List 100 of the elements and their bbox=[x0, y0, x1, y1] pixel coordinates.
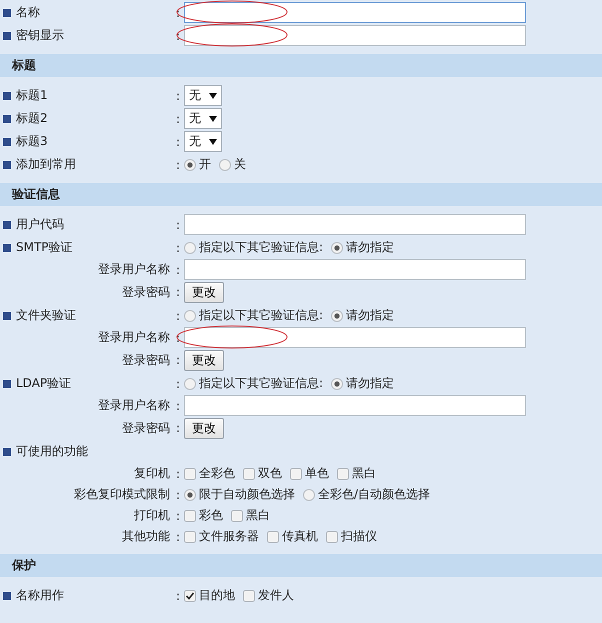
colon: : bbox=[174, 530, 182, 544]
option-label: 黑白 bbox=[352, 465, 376, 482]
field-label: 标题2 bbox=[16, 110, 48, 127]
radio-button[interactable] bbox=[331, 310, 344, 322]
colon: : bbox=[174, 508, 182, 522]
change-button[interactable]: 更改 bbox=[184, 282, 224, 302]
checkbox[interactable] bbox=[290, 468, 302, 480]
field-label: 密钥显示 bbox=[16, 27, 64, 44]
field-label: 添加到常用 bbox=[16, 156, 76, 173]
colon: : bbox=[174, 6, 182, 20]
dropdown[interactable]: 无 bbox=[184, 108, 222, 129]
field-label: 名称用作 bbox=[16, 587, 64, 604]
radio-button[interactable] bbox=[331, 378, 344, 390]
option-label: 传真机 bbox=[282, 528, 318, 545]
bullet-icon bbox=[3, 160, 11, 168]
colon: : bbox=[174, 376, 182, 390]
colon: : bbox=[174, 88, 182, 102]
text-field[interactable] bbox=[184, 25, 526, 46]
option-label: 指定以下其它验证信息: bbox=[199, 307, 324, 324]
field-label: 复印机 bbox=[134, 465, 171, 482]
dropdown[interactable]: 无 bbox=[184, 85, 222, 106]
field-label: 登录密码 bbox=[122, 284, 171, 300]
colon: : bbox=[174, 488, 182, 502]
radio-button[interactable] bbox=[184, 378, 196, 390]
colon: : bbox=[174, 28, 182, 42]
option-label: 指定以下其它验证信息: bbox=[199, 239, 324, 256]
text-field[interactable] bbox=[184, 2, 526, 23]
option-label: 请勿指定 bbox=[346, 239, 394, 256]
checkbox[interactable] bbox=[184, 468, 196, 480]
field-label: 可使用的功能 bbox=[16, 443, 88, 460]
bullet-icon bbox=[3, 312, 11, 320]
caret-icon bbox=[209, 92, 217, 98]
option-label: 彩色 bbox=[199, 507, 223, 524]
checkbox[interactable] bbox=[326, 530, 338, 542]
option-label: 指定以下其它验证信息: bbox=[199, 375, 324, 392]
bullet-icon bbox=[3, 592, 11, 600]
colon: : bbox=[174, 240, 182, 254]
radio-button[interactable] bbox=[184, 310, 196, 322]
field-label: 登录密码 bbox=[122, 352, 171, 368]
text-field[interactable] bbox=[184, 214, 526, 235]
bullet-icon bbox=[3, 32, 11, 40]
colon: : bbox=[174, 218, 182, 232]
option-label: 双色 bbox=[258, 465, 282, 482]
option-label: 全彩色 bbox=[199, 465, 235, 482]
option-label: 全彩色/自动颜色选择 bbox=[318, 486, 430, 503]
colon: : bbox=[174, 158, 182, 172]
text-field[interactable] bbox=[184, 327, 526, 348]
option-label: 扫描仪 bbox=[341, 528, 377, 545]
field-label: 标题1 bbox=[16, 87, 48, 104]
option-label: 限于自动颜色选择 bbox=[199, 486, 295, 503]
colon: : bbox=[174, 308, 182, 322]
section-header: 验证信息 bbox=[0, 183, 602, 206]
colon: : bbox=[174, 398, 182, 412]
colon: : bbox=[174, 588, 182, 602]
checkbox[interactable] bbox=[243, 468, 255, 480]
checkbox[interactable] bbox=[184, 590, 196, 602]
radio-button[interactable] bbox=[331, 242, 344, 254]
field-label: 其他功能 bbox=[122, 528, 171, 545]
caret-icon bbox=[209, 138, 217, 144]
radio-button[interactable] bbox=[184, 242, 196, 254]
change-button[interactable]: 更改 bbox=[184, 418, 224, 438]
text-field[interactable] bbox=[184, 395, 526, 416]
radio-button[interactable] bbox=[303, 488, 315, 500]
colon: : bbox=[174, 330, 182, 344]
field-label: 名称 bbox=[16, 4, 40, 21]
option-label: 请勿指定 bbox=[346, 307, 394, 324]
field-label: 文件夹验证 bbox=[16, 307, 76, 324]
bullet-icon bbox=[3, 138, 11, 146]
field-label: 用户代码 bbox=[16, 216, 64, 233]
field-label: 登录密码 bbox=[122, 420, 171, 436]
field-label: SMTP验证 bbox=[16, 239, 73, 256]
bullet-icon bbox=[3, 92, 11, 100]
section-header: 保护 bbox=[0, 554, 602, 577]
option-label: 单色 bbox=[305, 465, 329, 482]
bullet-icon bbox=[3, 8, 11, 16]
radio-button[interactable] bbox=[184, 158, 196, 170]
checkbox[interactable] bbox=[184, 530, 196, 542]
field-label: 登录用户名称 bbox=[98, 261, 171, 278]
colon: : bbox=[174, 466, 182, 480]
text-field[interactable] bbox=[184, 259, 526, 280]
option-label: 目的地 bbox=[199, 587, 235, 604]
colon: : bbox=[174, 134, 182, 148]
checkbox[interactable] bbox=[231, 510, 243, 522]
checkbox[interactable] bbox=[267, 530, 279, 542]
radio-button[interactable] bbox=[219, 158, 231, 170]
option-label: 关 bbox=[234, 156, 246, 173]
colon: : bbox=[174, 285, 182, 299]
bullet-icon bbox=[3, 244, 11, 252]
colon: : bbox=[174, 353, 182, 367]
change-button[interactable]: 更改 bbox=[184, 350, 224, 370]
checkbox[interactable] bbox=[243, 590, 255, 602]
option-label: 开 bbox=[199, 156, 211, 173]
dropdown[interactable]: 无 bbox=[184, 131, 222, 152]
option-label: 文件服务器 bbox=[199, 528, 259, 545]
checkbox[interactable] bbox=[184, 510, 196, 522]
bullet-icon bbox=[3, 380, 11, 388]
field-label: 彩色复印模式限制 bbox=[74, 486, 171, 503]
checkbox[interactable] bbox=[337, 468, 349, 480]
bullet-icon bbox=[3, 448, 11, 456]
radio-button[interactable] bbox=[184, 488, 196, 500]
